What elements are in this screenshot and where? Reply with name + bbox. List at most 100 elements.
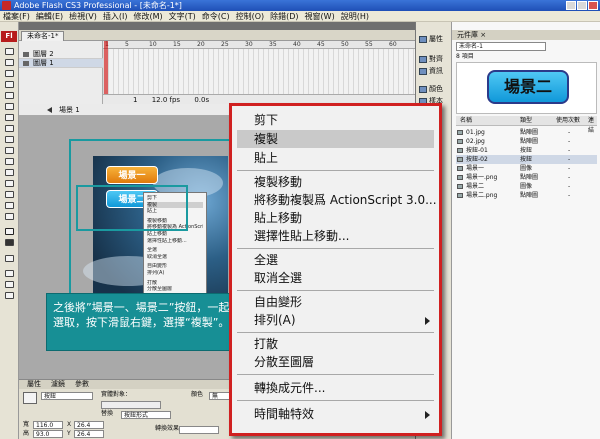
subselection-tool-icon[interactable] [5,59,14,66]
swap-button[interactable]: 替換 [101,410,113,418]
scene-one-button[interactable]: 場景一 [106,166,158,184]
x-input[interactable]: 26.4 [74,421,104,429]
menu-control[interactable]: 控制(O) [236,11,265,21]
menu-item-distribute-to-layers[interactable]: 分散至圖層 [237,353,434,371]
library-row[interactable]: 按鈕-01 按鈕 - [456,146,597,155]
menu-commands[interactable]: 命令(C) [202,11,230,21]
menu-item-copy-motion-as3[interactable]: 將移動複製爲 ActionScript 3.0... [237,191,437,209]
callout-note: 之後將”場景一、場景二”按鈕，一起選取，按下滑鼠右鍵，選擇“複製”。 [46,293,238,351]
menu-item-select-all[interactable]: 全選 [237,251,434,269]
menu-text[interactable]: 文字(T) [169,11,196,21]
back-arrow-icon[interactable] [47,107,52,113]
straighten-icon[interactable] [5,292,14,299]
ink-bottle-tool-icon[interactable] [5,158,14,165]
library-row[interactable]: 01.jpg 點陣圖 - [456,128,597,137]
menu-modify[interactable]: 修改(M) [133,11,162,21]
swap-colors-icon[interactable] [5,255,14,262]
menu-edit[interactable]: 編輯(E) [36,11,63,21]
track-select[interactable]: 按鈕形式 [121,411,171,419]
eraser-tool-icon[interactable] [5,191,14,198]
library-row[interactable]: 02.jpg 點陣圖 - [456,137,597,146]
timeline-frames[interactable]: 1 5 10 15 20 25 30 35 40 45 50 55 60 1 1… [103,41,415,104]
panel-info[interactable]: 資訊 [418,66,450,77]
library-row[interactable]: 按鈕-02 按鈕 - [456,155,597,164]
brush-tool-icon[interactable] [5,147,14,154]
menu-item-deselect-all[interactable]: 取消全選 [237,269,434,287]
symbol-type-select[interactable]: 按鈕 [41,392,93,400]
menu-window[interactable]: 視窗(W) [305,11,335,21]
tab-parameters[interactable]: 參數 [75,380,89,389]
panel-label: 對齊 [429,55,443,63]
menu-insert[interactable]: 插入(I) [103,11,128,21]
pen-tool-icon[interactable] [5,92,14,99]
library-row[interactable]: 場景一 圖像 - [456,164,597,173]
text-tool-icon[interactable] [5,103,14,110]
y-input[interactable]: 26.4 [74,430,104,438]
line-tool-icon[interactable] [5,114,14,121]
library-row[interactable]: 場景一.png 點陣圖 - [456,173,597,182]
tab-properties[interactable]: 屬性 [27,380,41,389]
document-tab[interactable]: 未命名-1* [21,31,65,41]
panel-color[interactable]: 顏色 [418,84,450,95]
close-button[interactable] [588,1,598,10]
menu-item-break-apart[interactable]: 打散 [237,335,434,353]
menu-item-free-transform[interactable]: 自由變形 [237,293,434,311]
free-transform-tool-icon[interactable] [5,70,14,77]
timeline-panel: 圖層 2 圖層 1 1 5 10 15 20 25 30 35 40 45 50… [19,41,415,104]
library-row[interactable]: 場景二 圖像 - [456,182,597,191]
height-input[interactable]: 93.0 [33,430,63,438]
menu-view[interactable]: 檢視(V) [69,11,97,21]
align-icon [419,56,427,63]
rectangle-tool-icon[interactable] [5,125,14,132]
library-document-select[interactable]: 未命名-1 [456,42,546,51]
ruler-label: 20 [197,41,205,48]
smooth-icon[interactable] [5,281,14,288]
stroke-color-icon[interactable] [5,228,14,235]
blend-select[interactable] [179,426,219,434]
menu-item-paste-motion-special[interactable]: 選擇性貼上移動... [237,227,434,245]
maximize-button[interactable] [577,1,587,10]
menu-file[interactable]: 檔案(F) [3,11,30,21]
panel-label: 資訊 [429,67,443,75]
button-symbol-icon [457,157,463,162]
layer-row[interactable]: 圖層 2 [19,50,103,59]
panel-align[interactable]: 對齊 [418,54,450,65]
eyedropper-tool-icon[interactable] [5,180,14,187]
menu-item-copy-motion[interactable]: 複製移動 [237,173,434,191]
snap-to-objects-icon[interactable] [5,270,14,277]
menu-item-copy[interactable]: 複製 [237,130,434,148]
library-tab[interactable]: 元件庫 × [452,30,600,40]
scene-breadcrumb[interactable]: 場景 1 [59,106,80,114]
column-name[interactable]: 名稱 [460,116,472,126]
minimize-button[interactable] [566,1,576,10]
menu-item-cut[interactable]: 剪下 [237,111,434,129]
panel-properties[interactable]: 屬性 [418,34,450,45]
selection-tool-icon[interactable] [5,48,14,55]
hand-tool-icon[interactable] [5,202,14,209]
menu-item-paste-motion[interactable]: 貼上移動 [237,209,434,227]
menu-item-timeline-effects[interactable]: 時間軸特效 [237,405,434,423]
item-use: - [568,192,571,199]
width-input[interactable]: 116.0 [33,421,63,429]
column-type[interactable]: 類型 [520,116,532,126]
library-row[interactable]: 場景二.png 點陣圖 - [456,191,597,200]
menu-item-paste[interactable]: 貼上 [237,149,434,167]
layer-row[interactable]: 圖層 1 [19,59,103,68]
menu-item-convert-to-symbol[interactable]: 轉換成元件... [237,379,434,397]
menu-help[interactable]: 說明(H) [341,11,369,21]
pencil-tool-icon[interactable] [5,136,14,143]
ruler-label: 5 [125,41,129,48]
column-use-count[interactable]: 使用次數 [556,116,580,126]
timeline-ruler[interactable]: 1 5 10 15 20 25 30 35 40 45 50 55 60 [103,41,415,49]
paint-bucket-tool-icon[interactable] [5,169,14,176]
frame-rate[interactable]: 12.0 fps [152,96,180,104]
item-type: 點陣圖 [520,192,539,199]
mini-menu-item: 自由變形 [147,263,168,270]
menu-debug[interactable]: 除錯(D) [270,11,298,21]
lasso-tool-icon[interactable] [5,81,14,88]
instance-name-input[interactable] [101,401,161,409]
menu-item-arrange[interactable]: 排列(A) [237,311,434,329]
zoom-tool-icon[interactable] [5,213,14,220]
tab-filters[interactable]: 濾鏡 [51,380,65,389]
fill-color-icon[interactable] [5,239,14,246]
